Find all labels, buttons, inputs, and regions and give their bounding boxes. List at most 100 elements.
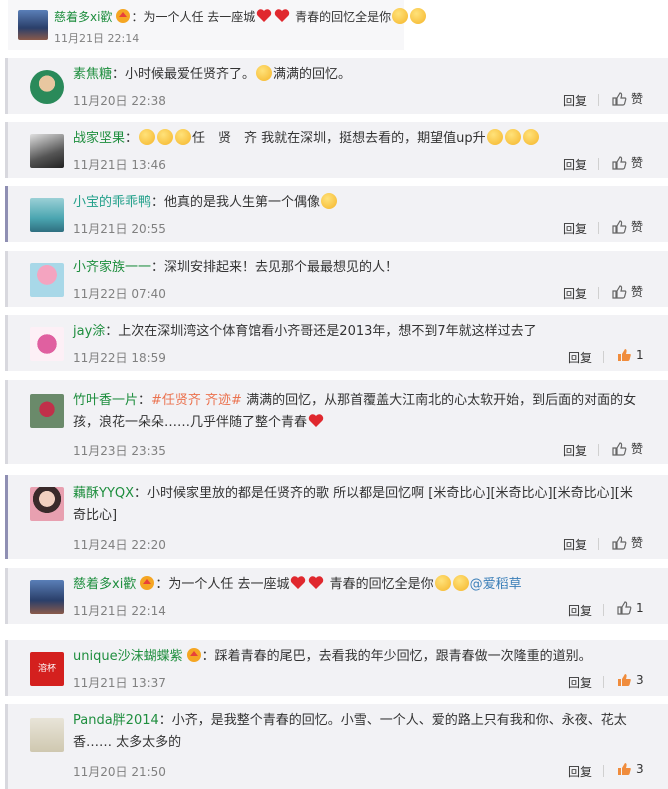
divider <box>603 604 604 616</box>
username[interactable]: 慈着多xi歡 <box>73 577 136 592</box>
reply-button[interactable]: 回复 <box>568 763 592 780</box>
heart-icon <box>275 9 290 22</box>
timestamp: 11月21日 13:37 <box>73 676 166 690</box>
comment-card: 溶杯 unique沙沫蝴蝶紫 ：踩着青春的尾巴，去看我的年少回忆，跟青春做一次隆重… <box>5 640 668 696</box>
like-button[interactable]: 赞 <box>611 283 643 300</box>
username[interactable]: 竹叶香一片 <box>73 393 138 408</box>
divider <box>603 351 604 363</box>
username[interactable]: Panda胖2014 <box>73 713 159 728</box>
comment-text: 战家坚果：任 贤 齐 我就在深圳，挺想去看的，期望值up升 <box>73 128 663 150</box>
timestamp: 11月21日 20:55 <box>73 222 166 236</box>
reply-button[interactable]: 回复 <box>563 156 587 173</box>
reply-button[interactable]: 回复 <box>563 536 587 553</box>
kiss-emoji-icon <box>392 8 409 24</box>
timestamp: 11月20日 22:38 <box>73 94 166 108</box>
thumbs-up-icon <box>612 441 627 456</box>
divider <box>598 287 599 299</box>
like-button[interactable]: 赞 <box>611 534 643 551</box>
comment-text: 藕酥YYQX：小时候家里放的都是任贤齐的歌 所以都是回忆啊 [米奇比心][米奇比… <box>73 486 633 523</box>
username[interactable]: jay涂 <box>73 324 105 339</box>
comment-text: 竹叶香一片：#任贤齐 齐迹# 满满的回忆，从那首覆盖大江南北的心太软开始，到后面… <box>73 393 637 430</box>
comment-card: Panda胖2014：小齐，是我整个青春的回忆。小雪、一个人、爱的路上只有我和你… <box>5 704 668 789</box>
comment-card: 慈着多xi歡 ：为一个人任 去一座城 青春的回忆全是你 @爱稻草 11月21日 22… <box>5 568 668 624</box>
comment-card: 素焦糖：小时候最爱任贤齐了。 满满的回忆。 11月20日 22:38 回复 赞 <box>5 58 668 114</box>
reply-button[interactable]: 回复 <box>568 602 592 619</box>
thumbs-up-icon <box>612 91 627 106</box>
hashtag-link[interactable]: #任贤齐 齐迹# <box>151 393 242 408</box>
username[interactable]: 战家坚果 <box>73 131 125 146</box>
thumbs-up-icon <box>612 219 627 234</box>
timestamp: 11月23日 23:35 <box>73 444 166 458</box>
comment-text: 素焦糖：小时候最爱任贤齐了。 满满的回忆。 <box>73 65 352 82</box>
reply-button[interactable]: 回复 <box>568 674 592 691</box>
member-crest-icon <box>115 8 131 24</box>
avatar-text: 溶杯 <box>37 664 56 674</box>
divider <box>598 158 599 170</box>
reply-button[interactable]: 回复 <box>563 442 587 459</box>
reply-button[interactable]: 回复 <box>563 220 587 237</box>
avatar[interactable] <box>30 394 64 428</box>
heart-icon <box>308 414 324 427</box>
shy-emoji-icon <box>157 129 174 145</box>
avatar[interactable] <box>18 10 48 40</box>
timestamp: 11月21日 22:14 <box>54 32 140 45</box>
comment-text: Panda胖2014：小齐，是我整个青春的回忆。小雪、一个人、爱的路上只有我和你… <box>73 713 627 750</box>
comment-text: 小宝的乖乖鸭：他真的是我人生第一个偶像 <box>73 192 653 214</box>
like-button[interactable]: 赞 <box>611 90 643 107</box>
heart-icon <box>257 9 272 22</box>
username[interactable]: 素焦糖 <box>73 67 112 82</box>
comment-text: jay涂：上次在深圳湾这个体育馆看小齐哥还是2013年，想不到7年就这样过去了 <box>73 324 537 339</box>
shy-emoji-icon <box>139 129 156 145</box>
timestamp: 11月22日 18:59 <box>73 351 166 365</box>
avatar[interactable] <box>30 487 64 521</box>
avatar[interactable] <box>30 70 64 104</box>
timestamp: 11月21日 13:46 <box>73 158 166 172</box>
comment-card: 竹叶香一片：#任贤齐 齐迹# 满满的回忆，从那首覆盖大江南北的心太软开始，到后面… <box>5 380 668 464</box>
kiss-emoji-icon <box>452 575 469 591</box>
avatar[interactable] <box>30 198 64 232</box>
reply-button[interactable]: 回复 <box>568 349 592 366</box>
kiss-emoji-icon <box>410 8 427 24</box>
avatar[interactable] <box>30 134 64 168</box>
timestamp: 11月22日 07:40 <box>73 287 166 301</box>
kiss-emoji-icon <box>522 129 539 145</box>
like-button[interactable]: 赞 <box>611 218 643 235</box>
avatar[interactable]: 溶杯 <box>30 652 64 686</box>
avatar[interactable] <box>30 718 64 752</box>
like-button[interactable]: 赞 <box>611 440 643 457</box>
like-button[interactable]: 3 <box>616 672 644 688</box>
comment-card: jay涂：上次在深圳湾这个体育馆看小齐哥还是2013年，想不到7年就这样过去了 … <box>5 315 668 371</box>
divider <box>598 94 599 106</box>
avatar[interactable] <box>30 327 64 361</box>
divider <box>598 444 599 456</box>
like-button[interactable]: 1 <box>616 347 644 363</box>
username[interactable]: 藕酥YYQX <box>73 486 134 501</box>
kiss-emoji-icon <box>434 575 451 591</box>
comment-text: unique沙沫蝴蝶紫 ：踩着青春的尾巴，去看我的年少回忆，跟青春做一次隆重的道别… <box>73 647 592 664</box>
thumbs-up-icon-active <box>618 763 631 775</box>
thumbs-up-icon-active <box>618 349 631 361</box>
username[interactable]: unique沙沫蝴蝶紫 <box>73 649 183 664</box>
divider <box>598 222 599 234</box>
like-button[interactable]: 1 <box>616 600 644 616</box>
comment-text: 慈着多xi歡 ：为一个人任 去一座城 青春的回忆全是你 <box>54 6 427 28</box>
avatar[interactable] <box>30 263 64 297</box>
kiss-emoji-icon <box>486 129 503 145</box>
username[interactable]: 小齐家族一一 <box>73 260 151 275</box>
reply-button[interactable]: 回复 <box>563 285 587 302</box>
like-button[interactable]: 3 <box>616 761 644 777</box>
timestamp: 11月20日 21:50 <box>73 765 166 779</box>
member-crest-icon <box>186 647 202 663</box>
crying-emoji-icon <box>256 65 273 81</box>
comment-card: 慈着多xi歡 ：为一个人任 去一座城 青春的回忆全是你 11月21日 22:14 <box>8 0 427 50</box>
thumbs-up-icon <box>612 155 627 170</box>
username[interactable]: 小宝的乖乖鸭 <box>73 195 151 210</box>
reply-button[interactable]: 回复 <box>563 92 587 109</box>
avatar[interactable] <box>30 580 64 614</box>
like-button[interactable]: 赞 <box>611 154 643 171</box>
thumbs-up-icon <box>617 601 632 615</box>
mention-link[interactable]: @爱稻草 <box>470 577 522 592</box>
heart-icon <box>309 576 324 589</box>
username[interactable]: 慈着多xi歡 <box>54 10 112 24</box>
thumbs-up-icon <box>612 284 627 299</box>
